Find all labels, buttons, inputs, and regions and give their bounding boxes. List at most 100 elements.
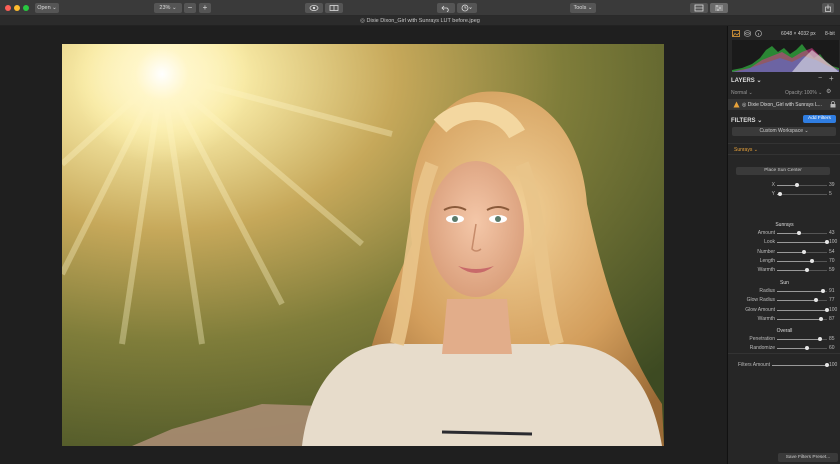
layer-name: ◎ Dixie Dixon_Girl with Sunrays L... — [742, 102, 822, 108]
slider-label: Length — [759, 257, 775, 264]
slider-knob[interactable] — [804, 268, 809, 273]
slider-track[interactable] — [777, 183, 827, 187]
save-filters-preset-button[interactable]: Save Filters Preset... — [778, 453, 838, 462]
slider-knob[interactable] — [820, 289, 825, 293]
layers-header[interactable]: LAYERS ⌄ — [731, 77, 761, 84]
slider-knob[interactable] — [796, 231, 801, 235]
slider-track[interactable] — [777, 346, 827, 351]
open-button[interactable]: Open ⌄ — [35, 3, 59, 13]
histogram — [732, 40, 839, 72]
add-layer-button[interactable]: + — [829, 74, 834, 83]
slider-track[interactable] — [777, 289, 827, 293]
slider-look[interactable]: Look 100 — [728, 238, 840, 246]
place-sun-center-button[interactable]: Place Sun Center — [736, 167, 830, 175]
zoom-dropdown[interactable]: 23% ⌄ — [154, 3, 182, 13]
undo-button[interactable] — [437, 3, 455, 13]
undo-icon — [441, 5, 449, 12]
slider-label: Radius — [759, 288, 775, 294]
slider-knob[interactable] — [818, 316, 823, 321]
layer-settings-icon[interactable]: ⚙ — [826, 88, 831, 95]
share-icon — [825, 4, 831, 12]
slider-warmth[interactable]: Warmth 87 — [728, 315, 840, 323]
slider-y[interactable]: Y5 — [728, 190, 840, 198]
info-icon[interactable] — [755, 30, 762, 37]
remove-layer-button[interactable]: − — [818, 75, 822, 82]
slider-track[interactable] — [777, 268, 827, 273]
layer-row[interactable]: ◎ Dixie Dixon_Girl with Sunrays L... — [728, 99, 840, 110]
blend-mode-dropdown[interactable]: Normal ⌄ — [731, 90, 753, 96]
slider-label: Warmth — [757, 315, 775, 322]
filters-header[interactable]: FILTERS ⌄ — [731, 117, 762, 124]
lock-icon[interactable] — [830, 101, 836, 108]
slider-group-title: Sun — [780, 280, 789, 286]
eye-icon — [309, 5, 319, 11]
image-icon[interactable] — [732, 30, 740, 37]
slider-amount[interactable]: Amount 43 — [728, 229, 840, 237]
preview-button[interactable] — [305, 3, 323, 13]
slider-track[interactable] — [777, 231, 827, 235]
minimize-window-button[interactable] — [14, 5, 20, 11]
slider-length[interactable]: Length 70 — [728, 257, 840, 265]
window-toolbar: Open ⌄ 23% ⌄ − + Tools ⌄ — [0, 0, 840, 16]
slider-warmth[interactable]: Warmth 59 — [728, 266, 840, 274]
slider-knob[interactable] — [794, 183, 799, 187]
slider-knob[interactable] — [813, 298, 818, 303]
history-button[interactable] — [457, 3, 477, 13]
slider-track[interactable] — [777, 258, 827, 263]
add-filters-button[interactable]: Add Filters — [803, 115, 836, 123]
slider-value: 100 — [829, 306, 838, 313]
slider-fill — [777, 242, 827, 244]
slider-x[interactable]: X 39 — [728, 181, 840, 189]
share-button[interactable] — [822, 3, 834, 13]
slider-track[interactable] — [777, 192, 827, 197]
edit-view-button[interactable] — [710, 3, 728, 13]
workspace-dropdown[interactable]: Custom Workspace ⌄ — [732, 127, 836, 136]
warning-icon — [733, 101, 740, 108]
close-window-button[interactable] — [5, 5, 11, 11]
slider-value: 54 — [829, 248, 835, 255]
slider-group-title: Sunrays — [775, 222, 794, 228]
catalog-view-button[interactable] — [690, 3, 708, 13]
slider-knob[interactable] — [777, 192, 782, 197]
slider-penetration[interactable]: Penetration 85 — [728, 335, 840, 343]
zoom-out-button[interactable]: − — [184, 3, 196, 13]
filters-amount-slider[interactable]: Filters Amount 100 — [728, 361, 840, 369]
grid-icon — [694, 4, 704, 12]
slider-track[interactable] — [777, 316, 827, 321]
slider-number[interactable]: Number 54 — [728, 248, 840, 256]
opacity-value[interactable]: 100% ⌄ — [804, 90, 822, 96]
slider-track[interactable] — [777, 307, 829, 312]
slider-track[interactable] — [772, 363, 829, 367]
slider-value: 91 — [829, 288, 835, 294]
slider-value: 59 — [829, 267, 835, 274]
slider-track[interactable] — [777, 337, 827, 341]
slider-glow-radius[interactable]: Glow Radius 77 — [728, 296, 840, 304]
image-canvas[interactable] — [0, 26, 726, 464]
opacity-label: Opacity: — [785, 90, 804, 96]
slider-label: Glow Radius — [746, 297, 775, 304]
slider-label: Glow Amount — [745, 306, 775, 313]
slider-glow-amount[interactable]: Glow Amount 100 — [728, 306, 840, 314]
slider-knob[interactable] — [810, 258, 814, 263]
slider-knob[interactable] — [805, 346, 809, 351]
layers-stack-icon[interactable] — [744, 30, 751, 37]
compare-button[interactable] — [325, 3, 343, 13]
slider-knob[interactable] — [802, 249, 806, 254]
filters-divider — [728, 353, 840, 354]
slider-fill — [777, 233, 799, 234]
filter-header-sunrays[interactable]: Sunrays ⌄ — [728, 143, 840, 155]
maximize-window-button[interactable] — [23, 5, 29, 11]
slider-fill — [777, 339, 820, 340]
slider-label: Warmth — [757, 267, 775, 274]
slider-value: 77 — [829, 297, 835, 304]
slider-value: 87 — [829, 315, 835, 322]
slider-track[interactable] — [777, 298, 827, 303]
slider-randomize[interactable]: Randomize 60 — [728, 344, 840, 352]
slider-track[interactable] — [777, 240, 829, 245]
slider-knob[interactable] — [817, 337, 822, 341]
slider-radius[interactable]: Radius 91 — [728, 287, 840, 295]
slider-value: 5 — [829, 191, 832, 198]
zoom-in-button[interactable]: + — [199, 3, 211, 13]
slider-track[interactable] — [777, 249, 827, 254]
tools-dropdown[interactable]: Tools ⌄ — [570, 3, 596, 13]
